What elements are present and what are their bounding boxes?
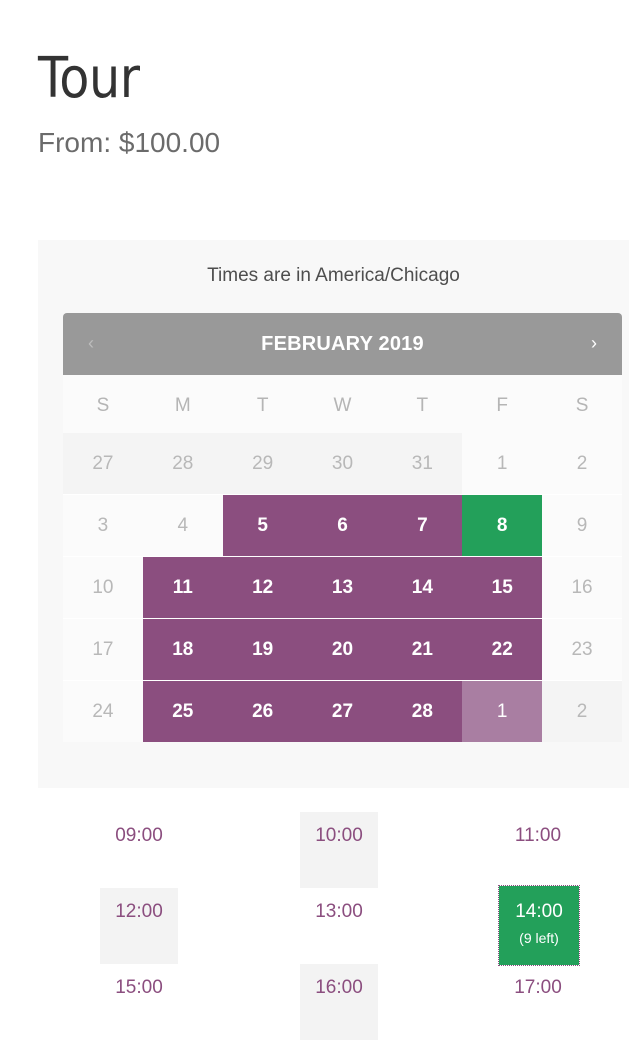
- time-slot[interactable]: 10:00: [300, 812, 378, 888]
- weekday-label: T: [416, 395, 429, 416]
- calendar-day-available[interactable]: 12: [222, 557, 303, 618]
- calendar-day-available[interactable]: 27: [302, 681, 383, 742]
- calendar-day-other-month: 30: [302, 433, 383, 494]
- calendar-day-available[interactable]: 14: [382, 557, 463, 618]
- calendar-day-available[interactable]: 25: [142, 681, 223, 742]
- time-slot[interactable]: 15:00: [100, 964, 178, 1040]
- weekday-label: M: [174, 395, 191, 416]
- calendar-day-available[interactable]: 26: [222, 681, 303, 742]
- time-slot-label: 14:00: [515, 901, 563, 922]
- weekday-label: T: [256, 395, 269, 416]
- time-slot[interactable]: 12:00: [100, 888, 178, 964]
- calendar-day-other-month: 28: [142, 433, 223, 494]
- calendar-day-available[interactable]: 22: [462, 619, 543, 680]
- time-slot-remaining: (9 left): [519, 930, 559, 946]
- weekday-label: F: [496, 395, 509, 416]
- calendar-week-row: 17 18 19 20 21 22 23: [63, 619, 622, 680]
- calendar-day-available[interactable]: 28: [382, 681, 463, 742]
- calendar-day-available[interactable]: 7: [382, 495, 463, 556]
- calendar-day-other-month: 31: [382, 433, 463, 494]
- time-slot[interactable]: 11:00: [499, 812, 577, 888]
- time-slot-row: 12:00 13:00 14:00 (9 left): [100, 885, 580, 966]
- time-slot[interactable]: 17:00: [499, 964, 577, 1040]
- time-slot-label: 16:00: [315, 977, 363, 998]
- calendar-day-available-next-month[interactable]: 1: [462, 681, 543, 742]
- calendar-week-row: 24 25 26 27 28 1 2: [63, 681, 622, 742]
- weekday-header: S M T W T F S: [63, 375, 622, 433]
- time-slot-label: 10:00: [315, 825, 363, 846]
- calendar-day-unavailable: 1: [462, 433, 543, 494]
- time-slot-label: 12:00: [115, 901, 163, 922]
- calendar-week-row: 27 28 29 30 31 1 2: [63, 433, 622, 494]
- calendar-day-available[interactable]: 19: [222, 619, 303, 680]
- calendar-week-row: 3456789: [63, 495, 622, 556]
- calendar-day-other-month: 27: [63, 433, 143, 494]
- calendar-day-unavailable: 17: [63, 619, 143, 680]
- calendar-day-unavailable: 10: [63, 557, 143, 618]
- calendar-day-unavailable: 16: [542, 557, 622, 618]
- calendar-day-selected[interactable]: 8: [462, 495, 543, 556]
- time-slot-row: 09:00 10:00 11:00: [100, 812, 580, 888]
- time-slot-row: 15:00 16:00 17:00: [100, 964, 580, 1040]
- time-slot-list: 09:00 10:00 11:00 12:00 13:00 14:00 (9 left) 15…: [100, 812, 580, 1040]
- weekday-label: S: [575, 395, 589, 416]
- calendar-grid: 27 28 29 30 31 1 2 3 4 5 6 7 8 9 10 11 12 13 14 15 16 17 18 19 2…: [63, 433, 622, 742]
- calendar-day-available[interactable]: 6: [302, 495, 383, 556]
- calendar-day-available[interactable]: 21: [382, 619, 463, 680]
- month-label: FEBRUARY 2019: [261, 333, 424, 355]
- weekday-label: W: [333, 395, 352, 416]
- time-slot-label: 11:00: [514, 825, 562, 846]
- calendar-day-available[interactable]: 18: [142, 619, 223, 680]
- time-slot[interactable]: 16:00: [300, 964, 378, 1040]
- time-slot[interactable]: 09:00: [100, 812, 178, 888]
- time-slot-selected[interactable]: 14:00 (9 left): [498, 885, 580, 966]
- timezone-note: Times are in America/Chicago: [207, 265, 460, 286]
- calendar-header: ‹ FEBRUARY 2019 ›: [63, 313, 622, 375]
- calendar-day-unavailable: 3: [63, 495, 143, 556]
- time-slot-label: 17:00: [514, 977, 562, 998]
- calendar-day-unavailable: 2: [542, 433, 622, 494]
- booking-panel: Times are in America/Chicago ‹ FEBRUARY …: [38, 240, 629, 788]
- weekday-label: S: [96, 395, 110, 416]
- chevron-right-icon[interactable]: ›: [574, 313, 614, 373]
- time-slot[interactable]: 13:00: [300, 888, 378, 964]
- calendar-day-unavailable: 23: [542, 619, 622, 680]
- time-slot-label: 09:00: [115, 825, 163, 846]
- calendar-day-other-month: 2: [542, 681, 622, 742]
- calendar-day-unavailable: 24: [63, 681, 143, 742]
- calendar-week-row: 10 11 12 13 14 15 16: [63, 557, 622, 618]
- calendar-day-unavailable: 9: [542, 495, 622, 556]
- calendar-day-available[interactable]: 15: [462, 557, 543, 618]
- calendar-day-unavailable: 4: [142, 495, 223, 556]
- calendar-day-available[interactable]: 5: [222, 495, 303, 556]
- calendar-day-available[interactable]: 11: [142, 557, 223, 618]
- calendar-day-other-month: 29: [222, 433, 303, 494]
- date-picker: ‹ FEBRUARY 2019 › S M T W T F S 27 28 29 30…: [63, 313, 622, 743]
- calendar-day-available[interactable]: 20: [302, 619, 383, 680]
- time-slot-label: 13:00: [315, 901, 363, 922]
- product-price: From: $100.00: [38, 127, 221, 158]
- calendar-day-available[interactable]: 13: [302, 557, 383, 618]
- product-title: Tour: [38, 45, 140, 111]
- time-slot-label: 15:00: [115, 977, 163, 998]
